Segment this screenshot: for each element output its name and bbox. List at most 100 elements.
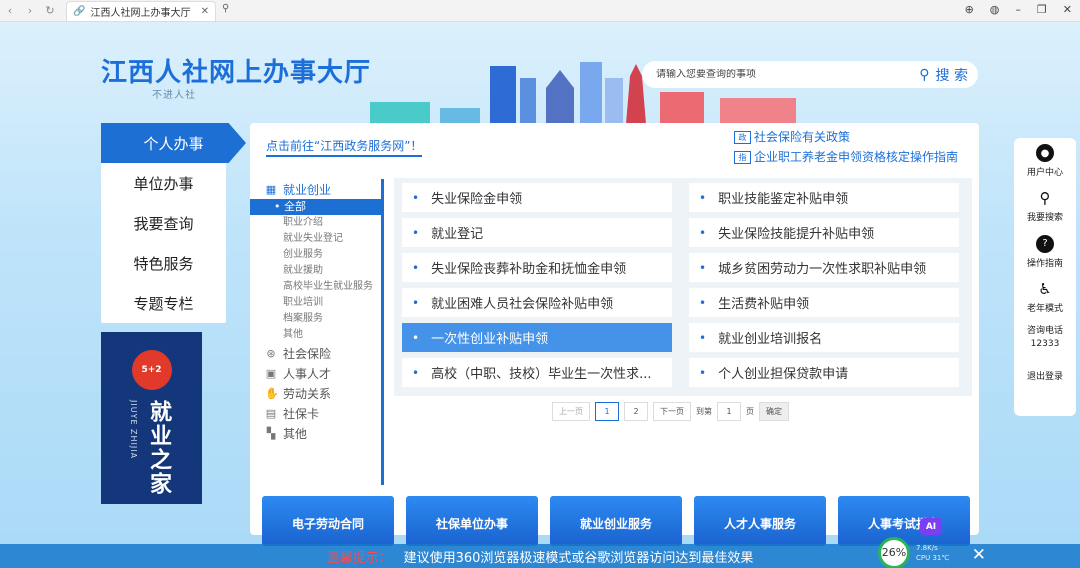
minimize-icon[interactable]: – (1015, 3, 1021, 16)
reload-icon[interactable]: ↻ (40, 4, 60, 17)
close-icon[interactable]: ✕ (972, 545, 986, 565)
service-item[interactable]: • 就业困难人员社会保险补贴申领 (402, 288, 672, 317)
subcategory-graduate-service[interactable]: 高校毕业生就业服务 (250, 279, 381, 295)
personnel-icon: ▣ (265, 366, 277, 380)
card-labor-contract[interactable]: 电子劳动合同 (262, 496, 394, 546)
page-1-button[interactable]: 1 (595, 402, 619, 421)
nav-query[interactable]: 我要查询 (101, 203, 226, 243)
hotline-number: 12333 (1030, 339, 1060, 350)
page-number-input[interactable]: 1 (717, 402, 741, 421)
help-icon: ? (1035, 234, 1054, 253)
search-input[interactable] (656, 69, 920, 80)
subcategory-job-intro[interactable]: 职业介绍 (250, 215, 381, 231)
elder-mode-button[interactable]: ♿ 老年模式 (1027, 280, 1063, 325)
forward-icon[interactable]: › (20, 4, 40, 17)
browser-controls: ⊕ ◍ – ❐ ✕ (965, 3, 1072, 16)
banner-en-text: JIUYE ZHIJIA (129, 400, 138, 460)
policy-icon: 政 (734, 130, 751, 144)
site-title: 江西人社网上办事大厅 (101, 58, 372, 87)
network-speed-widget[interactable]: 26% 7.8K/s CPU 31℃ (878, 536, 970, 568)
banner-cn-text: 就业之家 (146, 400, 171, 496)
card-talent[interactable]: 人才人事服务 (694, 496, 826, 546)
magnifier-icon: ⚲ (1039, 189, 1051, 208)
globe-icon[interactable]: ◍ (990, 3, 1000, 16)
gov-service-link[interactable]: 点击前往“江西政务服务网”！ (266, 137, 423, 157)
service-item[interactable]: • 个人创业担保贷款申请 (689, 358, 959, 387)
nav-unit[interactable]: 单位办事 (101, 163, 226, 203)
category-other[interactable]: ▚ 其他 (250, 423, 381, 443)
insurance-icon: ⊛ (266, 346, 276, 360)
elderly-icon: ♿ (1038, 279, 1052, 298)
subcategory-archive[interactable]: 档案服务 (250, 311, 381, 327)
subcategory-employment-registration[interactable]: 就业失业登记 (250, 231, 381, 247)
service-item[interactable]: • 职业技能鉴定补贴申领 (689, 183, 959, 212)
building-icon: ▦ (265, 182, 277, 196)
service-item[interactable]: • 就业创业培训报名 (689, 323, 959, 352)
card-social-unit[interactable]: 社保单位办事 (406, 496, 538, 546)
back-icon[interactable]: ‹ (0, 4, 20, 17)
category-personnel[interactable]: ▣ 人事人才 (250, 363, 381, 383)
policy-link-pension-guide[interactable]: 指 企业职工养老金申领资格核定操作指南 (734, 147, 958, 167)
prev-page-button[interactable]: 上一页 (552, 402, 590, 421)
subcategory-training[interactable]: 职业培训 (250, 295, 381, 311)
subcategory-all[interactable]: 全部 (250, 199, 381, 215)
category-labor-relations[interactable]: ✋ 劳动关系 (250, 383, 381, 403)
search-icon[interactable]: ⚲ (222, 3, 229, 14)
service-item-selected[interactable]: • 一次性创业补贴申领 (402, 323, 672, 352)
link-icon: 🔗 (73, 6, 86, 17)
policy-link-social-insurance[interactable]: 政 社会保险有关政策 (734, 127, 958, 147)
subcategory-startup-service[interactable]: 创业服务 (250, 247, 381, 263)
cpu-temp: CPU 31℃ (916, 553, 950, 562)
left-navigation: 个人办事 单位办事 我要查询 特色服务 专题专栏 (101, 123, 246, 323)
restore-icon[interactable]: ❐ (1037, 3, 1047, 16)
right-sidebar: ● 用户中心 ⚲ 我要搜索 ? 操作指南 ♿ 老年模式 咨询电话 12333 退… (1014, 138, 1076, 416)
confirm-page-button[interactable]: 确定 (759, 402, 789, 421)
close-icon[interactable]: ✕ (201, 6, 209, 17)
usage-ring: 26% (878, 536, 910, 568)
employment-home-banner[interactable]: 5+2 JIUYE ZHIJIA 就业之家 (101, 332, 202, 504)
search-button[interactable]: ⚲ 搜 索 (919, 65, 968, 85)
logout-button[interactable]: 退出登录 (1027, 371, 1063, 416)
thumb-icon: ✋ (265, 386, 279, 400)
service-item[interactable]: • 城乡贫困劳动力一次性求职补贴申领 (689, 253, 959, 282)
service-item[interactable]: • 就业登记 (402, 218, 672, 247)
card-icon: ▤ (265, 406, 277, 420)
category-social-card[interactable]: ▤ 社保卡 (250, 403, 381, 423)
subcategory-employment-aid[interactable]: 就业援助 (250, 263, 381, 279)
user-center-button[interactable]: ● 用户中心 (1027, 144, 1063, 189)
pagination: 上一页 1 2 下一页 到第 1 页 确定 (552, 402, 789, 421)
main-panel: 点击前往“江西政务服务网”！ 政 社会保险有关政策 指 企业职工养老金申领资格核… (250, 123, 979, 535)
window-close-icon[interactable]: ✕ (1063, 3, 1072, 16)
ai-badge[interactable]: AI (920, 518, 942, 535)
search-bar: ⚲ 搜 索 (642, 61, 978, 88)
service-item[interactable]: • 失业保险金申领 (402, 183, 672, 212)
guide-button[interactable]: ? 操作指南 (1027, 234, 1063, 280)
search-shortcut-button[interactable]: ⚲ 我要搜索 (1027, 189, 1063, 234)
site-subtitle: 不进人社 (152, 90, 196, 101)
next-page-button[interactable]: 下一页 (653, 402, 691, 421)
category-sidebar: ▦ 就业创业 全部 职业介绍 就业失业登记 创业服务 就业援助 高校毕业生就业服… (250, 179, 384, 485)
service-item[interactable]: • 失业保险技能提升补贴申领 (689, 218, 959, 247)
service-list: • 失业保险金申领 • 职业技能鉴定补贴申领 • 就业登记 • 失业保险技能提升补贴申领… (394, 178, 972, 396)
page-2-button[interactable]: 2 (624, 402, 648, 421)
grid-icon: ▚ (266, 426, 276, 440)
net-speed: 7.8K/s (916, 543, 938, 552)
category-employment[interactable]: ▦ 就业创业 (250, 179, 381, 199)
service-cards: 电子劳动合同 社保单位办事 就业创业服务 人才人事服务 人事考试报名 (262, 496, 970, 546)
user-icon: ● (1035, 144, 1054, 162)
page-unit-label: 页 (746, 407, 754, 416)
policy-links: 政 社会保险有关政策 指 企业职工养老金申领资格核定操作指南 (734, 127, 958, 167)
download-icon[interactable]: ⊕ (965, 3, 974, 16)
banner-logo: 5+2 (131, 350, 172, 390)
subcategory-other[interactable]: 其他 (250, 327, 381, 343)
service-item[interactable]: • 高校（中职、技校）毕业生一次性求... (402, 358, 672, 387)
nav-topics[interactable]: 专题专栏 (101, 283, 226, 323)
card-employment[interactable]: 就业创业服务 (550, 496, 682, 546)
goto-label: 到第 (696, 407, 712, 416)
nav-personal[interactable]: 个人办事 (101, 123, 246, 163)
browser-tab[interactable]: 🔗 江西人社网上办事大厅 ✕ (66, 1, 216, 21)
nav-featured[interactable]: 特色服务 (101, 243, 226, 283)
service-item[interactable]: • 失业保险丧葬补助金和抚恤金申领 (402, 253, 672, 282)
category-social-insurance[interactable]: ⊛ 社会保险 (250, 343, 381, 363)
service-item[interactable]: • 生活费补贴申领 (689, 288, 959, 317)
